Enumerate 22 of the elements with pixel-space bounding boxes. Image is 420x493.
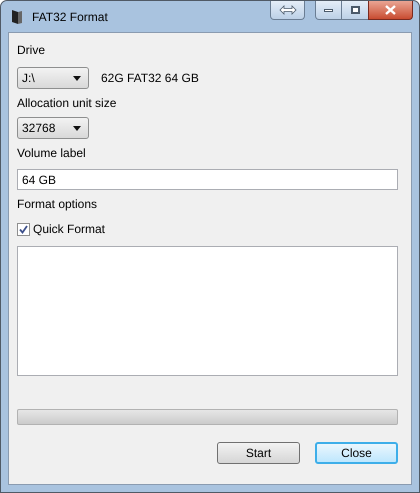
minimize-button[interactable] bbox=[315, 1, 342, 20]
caret-icon bbox=[73, 76, 81, 80]
volume-label-field[interactable]: 64 GB bbox=[17, 169, 398, 190]
maximize-button[interactable] bbox=[342, 1, 368, 20]
volume-label: Volume label bbox=[17, 146, 87, 161]
window-title: FAT32 Format bbox=[32, 8, 108, 26]
quick-format-checkbox[interactable] bbox=[17, 222, 30, 236]
double-arrow-icon bbox=[278, 5, 296, 15]
drive-info: 62G FAT32 64 GB bbox=[101, 70, 199, 87]
allocation-label: Allocation unit size bbox=[17, 96, 118, 111]
resize-button[interactable] bbox=[270, 1, 305, 20]
format-options-label: Format options bbox=[17, 197, 98, 212]
dropdown[interactable]: J:\ bbox=[17, 67, 89, 89]
caret-icon bbox=[73, 126, 81, 130]
dialog-button[interactable]: Close bbox=[315, 442, 398, 464]
close-button[interactable] bbox=[368, 1, 413, 20]
drive-icon bbox=[11, 8, 23, 24]
dialog-button[interactable]: Start bbox=[217, 442, 300, 464]
drive-label: Drive bbox=[17, 43, 46, 58]
quick-format-label: Quick Format bbox=[33, 221, 106, 238]
dropdown[interactable]: 32768 bbox=[17, 117, 89, 139]
close-icon bbox=[385, 5, 396, 15]
